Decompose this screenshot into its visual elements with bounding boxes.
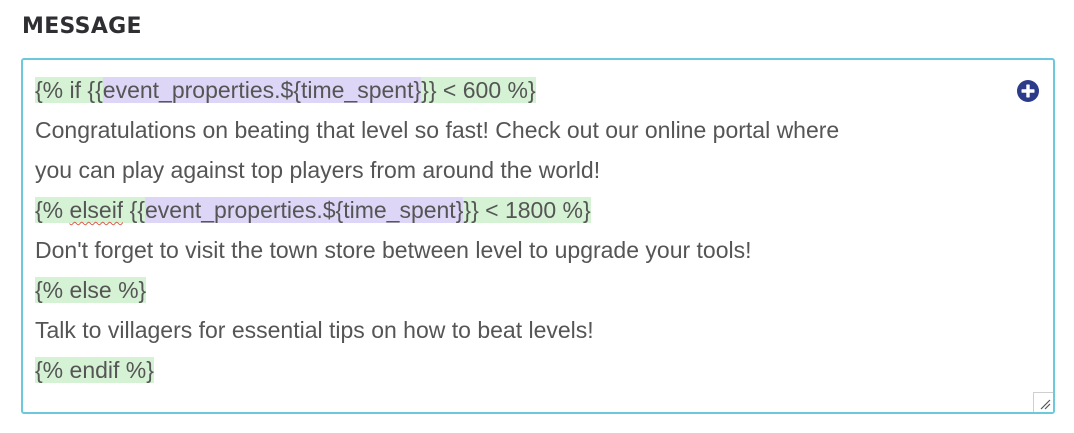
editor-line-elseif: {% elseif {{event_properties.${time_spen… [35, 190, 995, 230]
message-label: MESSAGE [22, 14, 142, 39]
liquid-tag-open: {% if {{ [35, 77, 103, 103]
editor-line-endif: {% endif %} [35, 350, 995, 390]
liquid-tag-close: }} < 1800 %} [463, 197, 591, 223]
resize-handle-icon [1040, 399, 1051, 410]
editor-line-text: Don't forget to visit the town store bet… [35, 237, 752, 263]
spellcheck-word: elseif [69, 197, 124, 223]
resize-handle[interactable] [1033, 392, 1053, 412]
liquid-tag-endif: {% endif %} [35, 357, 154, 383]
liquid-tag-open: {{ [123, 197, 145, 223]
liquid-tag-open: {% [35, 197, 70, 223]
editor-line-text: Talk to villagers for essential tips on … [35, 317, 594, 343]
plus-circle-icon [1017, 80, 1039, 102]
liquid-tag-else: {% else %} [35, 277, 147, 303]
liquid-tag-close: }} < 600 %} [421, 77, 536, 103]
message-editor[interactable]: {% if {{event_properties.${time_spent}}}… [21, 58, 1055, 414]
message-content[interactable]: {% if {{event_properties.${time_spent}}}… [35, 70, 995, 390]
liquid-variable: event_properties.${time_spent} [102, 77, 422, 103]
editor-line-text: Congratulations on beating that level so… [35, 117, 840, 143]
liquid-variable: event_properties.${time_spent} [145, 197, 464, 223]
editor-line-text: you can play against top players from ar… [35, 157, 601, 183]
editor-line-if: {% if {{event_properties.${time_spent}}}… [35, 70, 995, 110]
add-personalization-button[interactable] [1016, 79, 1040, 103]
editor-line-else: {% else %} [35, 270, 995, 310]
